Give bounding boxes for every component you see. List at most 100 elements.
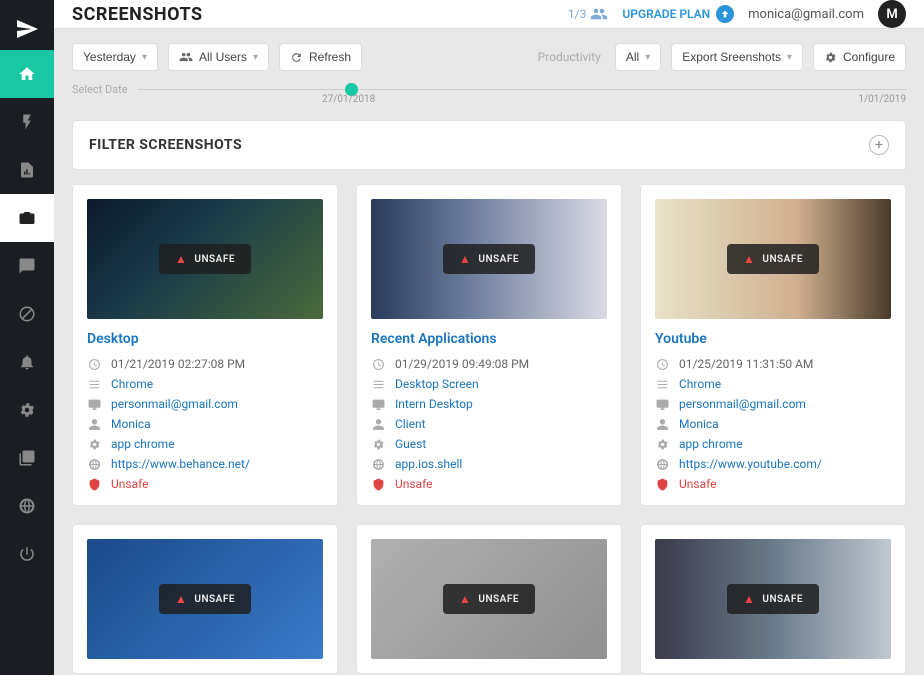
unsafe-badge: ▲UNSAFE xyxy=(727,244,819,274)
card-mail[interactable]: personmail@gmail.com xyxy=(679,397,806,411)
nav-chat[interactable] xyxy=(0,242,54,290)
user-avatar[interactable]: M xyxy=(878,0,906,28)
gear-icon xyxy=(87,437,101,451)
filter-bar: FILTER SCREENSHOTS + xyxy=(72,120,906,170)
upgrade-plan-link[interactable]: UPGRADE PLAN xyxy=(622,5,734,23)
date-timeline: Select Date 27/01/2018 1/01/2019 xyxy=(54,81,924,112)
card-user[interactable]: Monica xyxy=(679,417,719,431)
export-dropdown[interactable]: Export Sreenshots ▾ xyxy=(671,43,803,71)
card-process[interactable]: Guest xyxy=(395,437,426,451)
gear-icon xyxy=(371,437,385,451)
card-user[interactable]: Monica xyxy=(111,417,151,431)
list-icon xyxy=(655,377,669,391)
nav-settings[interactable] xyxy=(0,386,54,434)
nav-power[interactable] xyxy=(0,530,54,578)
filter-title: FILTER SCREENSHOTS xyxy=(89,137,242,153)
nav-reports[interactable] xyxy=(0,146,54,194)
nav-alerts[interactable] xyxy=(0,338,54,386)
configure-button[interactable]: Configure xyxy=(813,43,906,71)
screenshot-card: ▲UNSAFE Youtube 01/25/2019 11:31:50 AM C… xyxy=(640,184,906,506)
card-app[interactable]: Chrome xyxy=(679,377,721,391)
refresh-icon xyxy=(290,51,303,64)
card-timestamp: 01/29/2019 09:49:08 PM xyxy=(395,357,529,371)
users-icon xyxy=(590,8,608,20)
user-count[interactable]: 1/3 xyxy=(568,7,608,21)
clock-icon xyxy=(371,357,385,371)
screenshot-thumbnail[interactable]: ▲UNSAFE xyxy=(371,539,607,659)
unsafe-badge: ▲UNSAFE xyxy=(443,584,535,614)
card-title[interactable]: Desktop xyxy=(87,331,323,347)
users-dropdown[interactable]: All Users ▾ xyxy=(168,43,269,71)
card-title[interactable]: Youtube xyxy=(655,331,891,347)
warning-icon: ▲ xyxy=(459,252,471,266)
globe-icon xyxy=(87,457,101,471)
user-icon xyxy=(87,417,101,431)
sidebar xyxy=(0,0,54,675)
nav-screenshots[interactable] xyxy=(0,194,54,242)
screenshot-card: ▲UNSAFE xyxy=(356,524,622,674)
warning-icon: ▲ xyxy=(743,252,755,266)
screenshot-card: ▲UNSAFE Recent Applications 01/29/2019 0… xyxy=(356,184,622,506)
user-icon xyxy=(655,417,669,431)
globe-icon xyxy=(371,457,385,471)
warning-icon: ▲ xyxy=(175,252,187,266)
card-title[interactable]: Recent Applications xyxy=(371,331,607,347)
screenshot-thumbnail[interactable]: ▲UNSAFE xyxy=(87,539,323,659)
gear-icon xyxy=(824,51,837,64)
card-status: Unsafe xyxy=(679,477,717,491)
screenshot-thumbnail[interactable]: ▲UNSAFE xyxy=(371,199,607,319)
upgrade-icon xyxy=(716,5,734,23)
screenshot-card: ▲UNSAFE Desktop 01/21/2019 02:27:08 PM C… xyxy=(72,184,338,506)
globe-icon xyxy=(655,457,669,471)
screenshot-thumbnail[interactable]: ▲UNSAFE xyxy=(655,199,891,319)
warning-icon: ▲ xyxy=(175,592,187,606)
card-user[interactable]: Client xyxy=(395,417,426,431)
shield-icon xyxy=(655,477,669,491)
warning-icon: ▲ xyxy=(743,592,755,606)
screenshot-card: ▲UNSAFE xyxy=(72,524,338,674)
nav-home[interactable] xyxy=(0,50,54,98)
card-process[interactable]: app chrome xyxy=(111,437,175,451)
productivity-dropdown[interactable]: All ▾ xyxy=(615,43,661,71)
shield-icon xyxy=(87,477,101,491)
card-mail[interactable]: personmail@gmail.com xyxy=(111,397,238,411)
date-range-dropdown[interactable]: Yesterday ▾ xyxy=(72,43,158,71)
card-mail[interactable]: Intern Desktop xyxy=(395,397,473,411)
list-icon xyxy=(87,377,101,391)
app-logo[interactable] xyxy=(0,8,54,50)
refresh-button[interactable]: Refresh xyxy=(279,43,362,71)
toolbar: Yesterday ▾ All Users ▾ Refresh Producti… xyxy=(54,29,924,81)
nav-activity[interactable] xyxy=(0,98,54,146)
timeline-track[interactable] xyxy=(138,89,906,90)
card-app[interactable]: Desktop Screen xyxy=(395,377,479,391)
user-email[interactable]: monica@gmail.com xyxy=(748,7,864,22)
chevron-down-icon: ▾ xyxy=(142,52,147,63)
timeline-end-date: 1/01/2019 xyxy=(858,94,906,105)
users-icon xyxy=(179,51,193,63)
card-url[interactable]: https://www.behance.net/ xyxy=(111,457,250,471)
screenshot-thumbnail[interactable]: ▲UNSAFE xyxy=(87,199,323,319)
unsafe-badge: ▲UNSAFE xyxy=(159,244,251,274)
monitor-icon xyxy=(655,397,669,411)
chevron-down-icon: ▾ xyxy=(253,52,258,63)
timeline-start-date: 27/01/2018 xyxy=(322,94,375,105)
unsafe-badge: ▲UNSAFE xyxy=(443,244,535,274)
nav-web[interactable] xyxy=(0,482,54,530)
add-filter-button[interactable]: + xyxy=(869,135,889,155)
chevron-down-icon: ▾ xyxy=(645,52,650,63)
card-timestamp: 01/25/2019 11:31:50 AM xyxy=(679,357,813,371)
page-title: SCREENSHOTS xyxy=(72,4,203,25)
screenshot-thumbnail[interactable]: ▲UNSAFE xyxy=(655,539,891,659)
screenshot-card: ▲UNSAFE xyxy=(640,524,906,674)
monitor-icon xyxy=(87,397,101,411)
nav-block[interactable] xyxy=(0,290,54,338)
nav-library[interactable] xyxy=(0,434,54,482)
clock-icon xyxy=(655,357,669,371)
card-url[interactable]: https://www.youtube.com/ xyxy=(679,457,822,471)
monitor-icon xyxy=(371,397,385,411)
card-app[interactable]: Chrome xyxy=(111,377,153,391)
card-url[interactable]: app.ios.shell xyxy=(395,457,462,471)
main-content: SCREENSHOTS 1/3 UPGRADE PLAN monica@gmai… xyxy=(54,0,924,675)
list-icon xyxy=(371,377,385,391)
card-process[interactable]: app chrome xyxy=(679,437,743,451)
